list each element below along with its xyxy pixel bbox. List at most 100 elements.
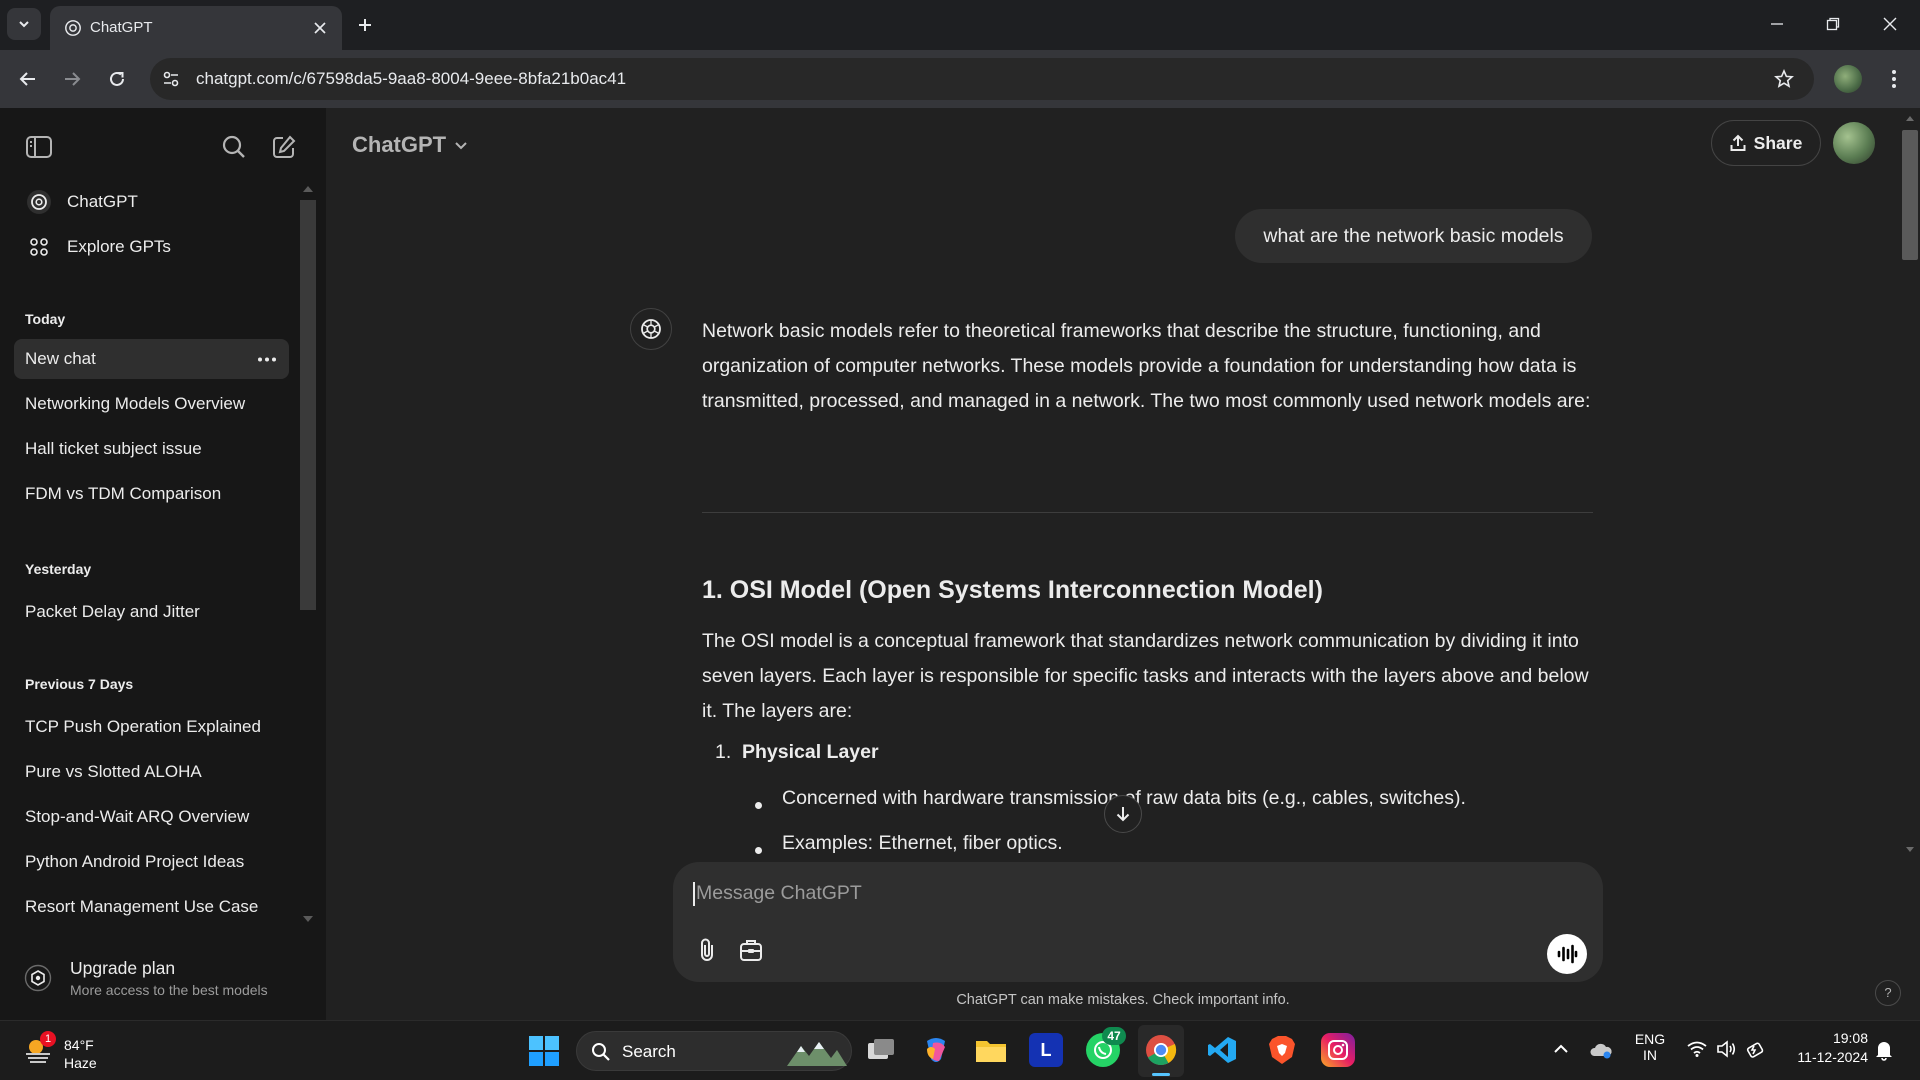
model-selector[interactable]: ChatGPT — [342, 126, 478, 164]
tab-close-button[interactable] — [308, 16, 332, 40]
chatgpt-favicon-icon — [65, 20, 81, 36]
model-selector-label: ChatGPT — [352, 132, 447, 157]
reload-button[interactable] — [101, 63, 133, 95]
chat-history-item[interactable]: Python Android Project Ideas — [14, 842, 289, 882]
main-scrollbar[interactable] — [1902, 130, 1918, 260]
chat-history-item[interactable]: Networking Models Overview — [14, 384, 289, 424]
voice-mode-button[interactable] — [1547, 934, 1587, 974]
chevron-down-icon — [19, 21, 29, 28]
show-hidden-icons-chevron-up-icon[interactable] — [1553, 1043, 1569, 1055]
main-scrollbar-arrow-down-icon[interactable] — [1906, 847, 1914, 852]
onedrive-icon[interactable] — [1589, 1041, 1613, 1059]
paperclip-icon — [701, 938, 713, 961]
sidebar-item-label: Explore GPTs — [67, 237, 171, 256]
chat-history-item[interactable]: Resort Management Use Case — [14, 887, 289, 927]
chat-history-item[interactable]: Pure vs Slotted ALOHA — [14, 752, 289, 792]
section-heading: 1. OSI Model (Open Systems Interconnecti… — [702, 576, 1323, 604]
new-chat-button[interactable] — [265, 128, 303, 166]
vscode-icon[interactable] — [1205, 1033, 1239, 1067]
share-button[interactable]: Share — [1711, 120, 1821, 166]
battery-charging-icon[interactable] — [1745, 1039, 1765, 1059]
copilot-icon[interactable] — [919, 1033, 953, 1067]
notification-bell-icon[interactable] — [1875, 1039, 1893, 1061]
chat-history-item[interactable]: TCP Push Operation Explained — [14, 707, 289, 747]
assistant-avatar — [630, 308, 672, 350]
back-button[interactable] — [12, 63, 44, 95]
tools-button[interactable] — [733, 932, 769, 968]
sidebar-item-chatgpt[interactable]: ChatGPT — [14, 182, 289, 222]
chat-history-item[interactable]: FDM vs TDM Comparison — [14, 474, 289, 514]
sidebar-item-explore-gpts[interactable]: Explore GPTs — [14, 227, 289, 267]
close-window-button[interactable] — [1868, 8, 1912, 40]
forward-button[interactable] — [56, 63, 88, 95]
kebab-menu-icon — [1892, 70, 1896, 88]
chat-history-item[interactable]: Stop-and-Wait ARQ Overview — [14, 797, 289, 837]
browser-menu-button[interactable] — [1880, 63, 1908, 95]
sidebar-scrollbar[interactable] — [300, 200, 316, 610]
taskbar-search[interactable]: Search — [576, 1031, 852, 1071]
new-tab-button[interactable] — [350, 10, 380, 40]
main-chat-area: ChatGPT Share what are the network basic… — [326, 108, 1920, 1020]
input-language[interactable]: ENG IN — [1630, 1031, 1670, 1063]
toggle-sidebar-button[interactable] — [20, 128, 58, 166]
upgrade-icon — [24, 964, 52, 992]
main-scrollbar-arrow-up-icon[interactable] — [1906, 116, 1914, 121]
clock[interactable]: 19:08 11-12-2024 — [1778, 1030, 1868, 1065]
upgrade-subtitle: More access to the best models — [70, 982, 268, 998]
whatsapp-badge: 47 — [1102, 1027, 1126, 1045]
file-explorer-icon[interactable] — [974, 1033, 1008, 1067]
volume-icon[interactable] — [1716, 1040, 1736, 1058]
tab-list-button[interactable] — [7, 8, 41, 40]
language-region: IN — [1643, 1047, 1657, 1063]
chatgpt-logo-icon — [27, 190, 51, 214]
scroll-to-bottom-button[interactable] — [1104, 795, 1142, 833]
upgrade-plan-button[interactable]: Upgrade plan More access to the best mod… — [14, 950, 304, 1008]
brave-icon[interactable] — [1265, 1033, 1299, 1067]
sidebar-item-label: ChatGPT — [67, 192, 138, 211]
browser-tab[interactable]: ChatGPT — [50, 6, 342, 50]
restore-icon — [1826, 17, 1840, 31]
address-bar[interactable]: chatgpt.com/c/67598da5-9aa8-8004-9eee-8b… — [150, 58, 1814, 100]
chat-history-item[interactable]: Hall ticket subject issue — [14, 429, 289, 469]
chat-history-item[interactable]: Packet Delay and Jitter — [14, 592, 289, 632]
chat-history-item-active[interactable]: New chat — [14, 339, 289, 379]
clock-date: 11-12-2024 — [1797, 1049, 1868, 1065]
text-cursor — [693, 882, 695, 906]
wifi-icon[interactable] — [1687, 1041, 1707, 1057]
disclaimer-text: ChatGPT can make mistakes. Check importa… — [956, 992, 1290, 1008]
list-item-title: Physical Layer — [742, 741, 879, 763]
restore-window-button[interactable] — [1811, 8, 1855, 40]
search-icon — [222, 135, 245, 158]
site-info-icon[interactable] — [162, 70, 180, 88]
task-view-icon[interactable] — [864, 1033, 898, 1067]
start-button[interactable] — [528, 1035, 560, 1067]
windows-taskbar: 1 84°F Haze Search L 47 ENG IN 19:08 11-… — [0, 1020, 1920, 1080]
search-chats-button[interactable] — [215, 128, 253, 166]
language-code: ENG — [1634, 1031, 1666, 1047]
bookmark-star-icon[interactable] — [1774, 69, 1794, 89]
minimize-window-button[interactable] — [1755, 8, 1799, 40]
weather-widget[interactable]: 1 84°F Haze — [18, 1027, 118, 1075]
list-item-number: 1. — [715, 741, 732, 763]
instagram-icon[interactable] — [1321, 1033, 1355, 1067]
user-message-bubble: what are the network basic models — [1235, 209, 1592, 263]
assistant-intro-paragraph: Network basic models refer to theoretica… — [702, 320, 1591, 412]
sidebar-scrollbar-arrow-up-icon[interactable] — [303, 186, 313, 192]
share-icon — [1730, 134, 1746, 151]
tab-title: ChatGPT — [90, 19, 153, 36]
message-input[interactable]: Message ChatGPT — [693, 876, 1573, 910]
sidebar-item-label: New chat — [25, 349, 96, 368]
share-label: Share — [1753, 132, 1803, 153]
bullet-text: Examples: Ethernet, fiber optics. — [782, 832, 1063, 854]
more-options-icon[interactable] — [257, 357, 277, 362]
profile-avatar[interactable] — [1834, 65, 1862, 93]
close-icon — [314, 22, 326, 34]
sidebar-scrollbar-arrow-down-icon[interactable] — [303, 916, 313, 922]
letterboxd-l-icon[interactable]: L — [1029, 1033, 1063, 1067]
composer: Message ChatGPT — [673, 862, 1603, 982]
user-avatar[interactable] — [1833, 122, 1875, 164]
arrow-left-icon — [19, 72, 35, 86]
help-button[interactable]: ? — [1875, 980, 1901, 1006]
reload-icon — [110, 71, 124, 86]
attach-button[interactable] — [689, 932, 725, 968]
